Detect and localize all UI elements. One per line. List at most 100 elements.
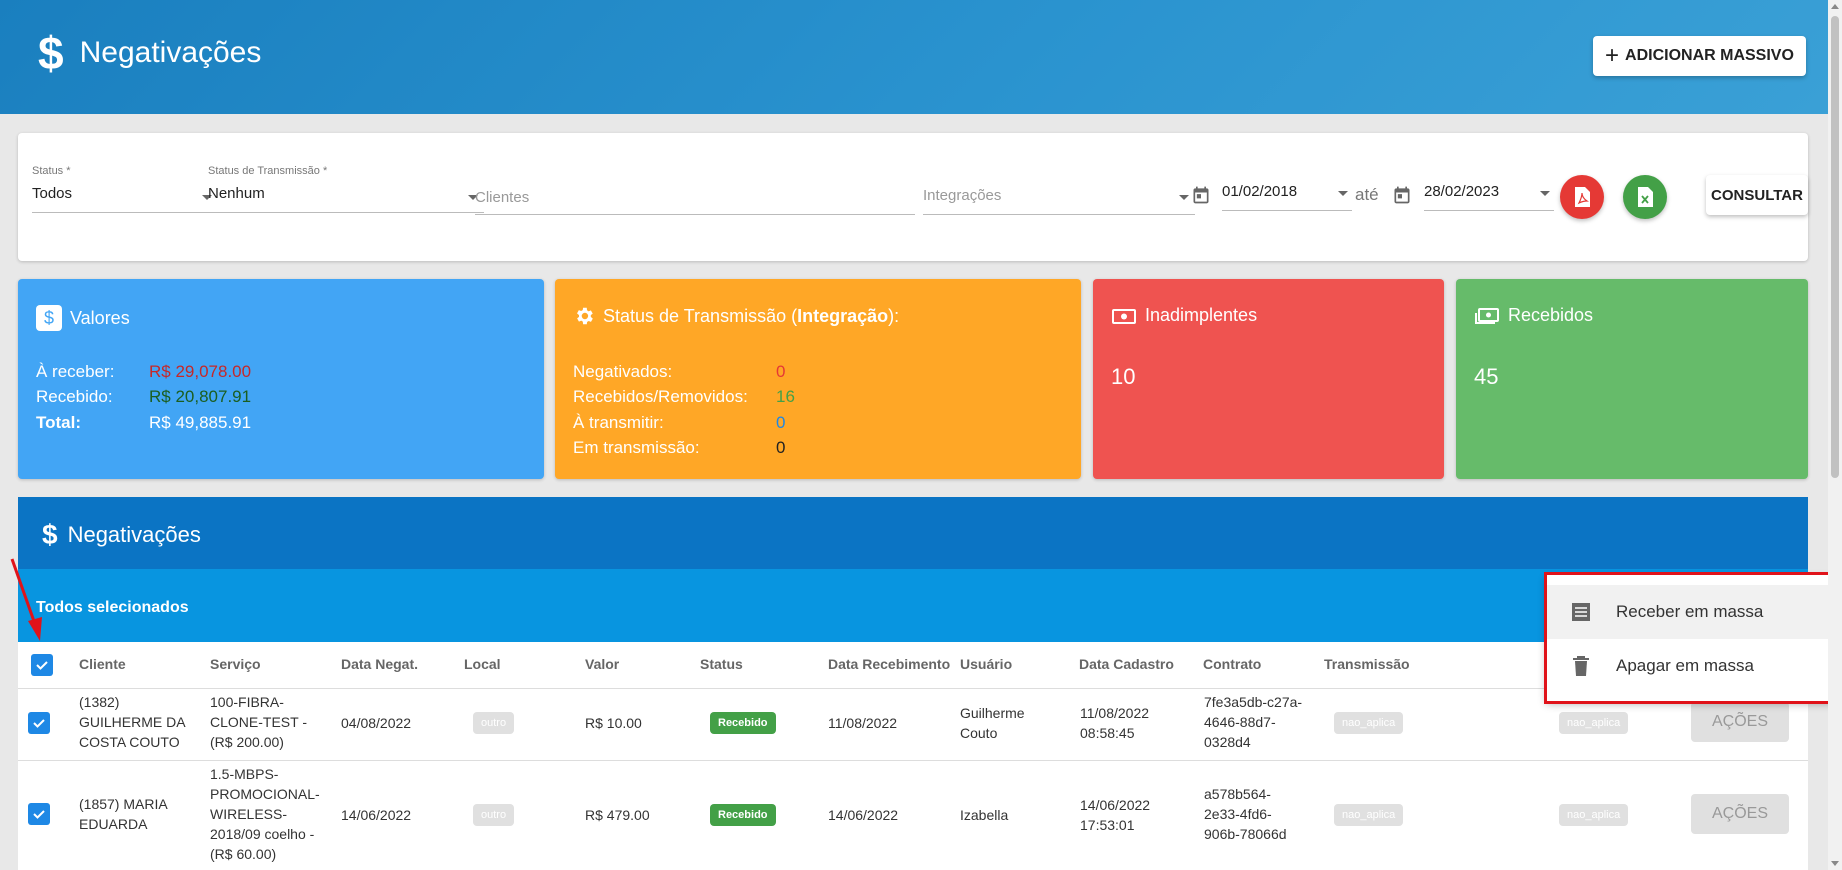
recebidos-title-text: Recebidos [1508,305,1594,325]
col-usuario[interactable]: Usuário [960,656,1012,672]
status-value: Todos [32,185,73,202]
cell-usuario: Izabella [960,807,1009,823]
money-icon [1112,308,1136,324]
excel-export-button[interactable] [1623,175,1667,219]
recebidos-card-title: Recebidos [1474,305,1593,326]
col-status[interactable]: Status [700,656,743,672]
transmissao-card-title: Status de Transmissão (Integração): [573,305,899,327]
col-data-cadastro[interactable]: Data Cadastro [1079,656,1174,672]
em-transmissao-value: 0 [776,438,786,457]
a-transmitir-label: À transmitir: [573,413,664,432]
valores-card: $ Valores À receber: R$ 29,078.00 Recebi… [18,279,544,479]
selection-text: Todos selecionados [36,599,189,616]
inadimplentes-card-title: Inadimplentes [1111,305,1257,326]
transmissao-select[interactable]: Status de Transmissão * Nenhum [208,165,484,213]
valores-row: Total: R$ 49,885.91 [36,413,251,433]
consultar-button[interactable]: CONSULTAR [1706,175,1808,215]
recebido-label: Recebido: [36,387,113,406]
scrollbar[interactable] [1828,0,1842,870]
col-data-recebimento[interactable]: Data Recebimento [828,656,950,672]
ate-label: até [1355,185,1379,204]
transmissao-row: Negativados: 0 [573,362,785,382]
add-massivo-label: ADICIONAR MASSIVO [1625,47,1794,64]
acoes-button[interactable]: AÇÕES [1691,794,1789,834]
red-arrow-annotation [10,558,42,641]
pdf-export-button[interactable] [1560,175,1604,219]
money-icon [1475,307,1499,324]
cell-cliente: (1857) MARIA EDUARDA [79,796,168,832]
list-title-text: Negativações [67,522,201,547]
status-label: Status * [32,165,71,177]
status-badge: Recebido [710,804,776,826]
status-badge: Recebido [710,712,776,734]
check-icon [33,719,45,728]
gear-icon [577,307,593,325]
status-select[interactable]: Status * Todos [32,165,218,213]
transmissao-title-text: Status de Transmissão (Integração): [603,305,900,326]
a-transmitir-value: 0 [776,413,786,432]
transmissao-chip: nao_aplica [1334,804,1404,826]
date-to-value: 28/02/2023 [1424,183,1500,200]
cell-servico: 100-FIBRA- CLONE-TEST - (R$ 200.00) [210,694,307,750]
page-title: $ Negativações [38,30,261,76]
row-checkbox[interactable] [28,712,50,734]
inadimplentes-value: 10 [1111,364,1136,389]
recebido-value: R$ 20,807.91 [149,387,252,406]
date-from-field[interactable]: 01/02/2018 [1222,183,1352,211]
valores-card-title: $ Valores [36,305,130,331]
col-servico[interactable]: Serviço [210,656,261,672]
scroll-down-icon[interactable] [1831,861,1839,866]
dollar-icon: $ [36,305,62,331]
list-header: $ Negativações [18,497,1808,569]
chevron-down-icon [1540,191,1550,196]
select-all-checkbox[interactable] [31,654,53,676]
cell-data-recebimento: 14/06/2022 [828,807,899,823]
cell-contrato: 7fe3a5db-c27a- 4646-88d7- 0328d4 [1204,694,1303,750]
col-transmissao[interactable]: Transmissão [1324,656,1410,672]
col-valor[interactable]: Valor [585,656,619,672]
integracoes-select[interactable]: Integrações [923,187,1195,215]
cell-usuario: Guilherme Couto [960,705,1025,741]
col-contrato[interactable]: Contrato [1203,656,1261,672]
recebidos-card: Recebidos 45 [1456,279,1808,479]
negativados-value: 0 [776,362,786,381]
calendar-icon[interactable] [1191,185,1211,205]
col-cliente[interactable]: Cliente [79,656,126,672]
excel-icon [1638,187,1653,207]
transmissao-label: Status de Transmissão * [208,165,328,177]
total-label: Total: [36,413,82,432]
col-data-negat[interactable]: Data Negat. [341,656,418,672]
selection-bar: Todos selecionados [18,569,1808,642]
cell-valor: R$ 10.00 [585,715,642,731]
scroll-up-icon[interactable] [1831,4,1839,9]
recebidos-removidos-label: Recebidos/Removidos: [573,387,748,406]
negativados-label: Negativados: [573,362,673,381]
cell-servico: 1.5-MBPS- PROMOCIONAL- WIRELESS- 2018/09 co… [210,766,320,862]
a-receber-value: R$ 29,078.00 [149,362,252,381]
clientes-input[interactable]: Clientes [475,189,915,215]
local-chip: outro [473,804,515,826]
valores-title-text: Valores [70,307,130,328]
valores-row: Recebido: R$ 20,807.91 [36,387,251,407]
local-chip: outro [473,712,515,734]
page-header: $ Negativações + ADICIONAR MASSIVO [0,0,1828,114]
date-to-field[interactable]: 28/02/2023 [1424,183,1554,211]
transmissao-row: Recebidos/Removidos: 16 [573,387,795,407]
em-transmissao-label: Em transmissão: [573,438,700,457]
transmissao-chip: nao_aplica [1559,804,1629,826]
transmissao-row: À transmitir: 0 [573,413,785,433]
cell-data-negat: 04/08/2022 [341,715,412,731]
clientes-placeholder: Clientes [475,189,530,206]
scrollbar-thumb[interactable] [1831,16,1839,478]
recebidos-removidos-value: 16 [776,387,795,406]
inadimplentes-title-text: Inadimplentes [1145,305,1258,325]
cell-valor: R$ 479.00 [585,807,650,823]
add-massivo-button[interactable]: + ADICIONAR MASSIVO [1593,36,1806,76]
row-checkbox[interactable] [28,803,50,825]
cell-contrato: a578b564- 2e33-4fd6- 906b-78066d [1204,786,1287,842]
calendar-icon[interactable] [1392,185,1412,205]
a-receber-label: À receber: [36,362,115,381]
acoes-button[interactable]: AÇÕES [1691,702,1789,742]
col-local[interactable]: Local [464,656,501,672]
transmissao-card: Status de Transmissão (Integração): Nega… [555,279,1081,479]
